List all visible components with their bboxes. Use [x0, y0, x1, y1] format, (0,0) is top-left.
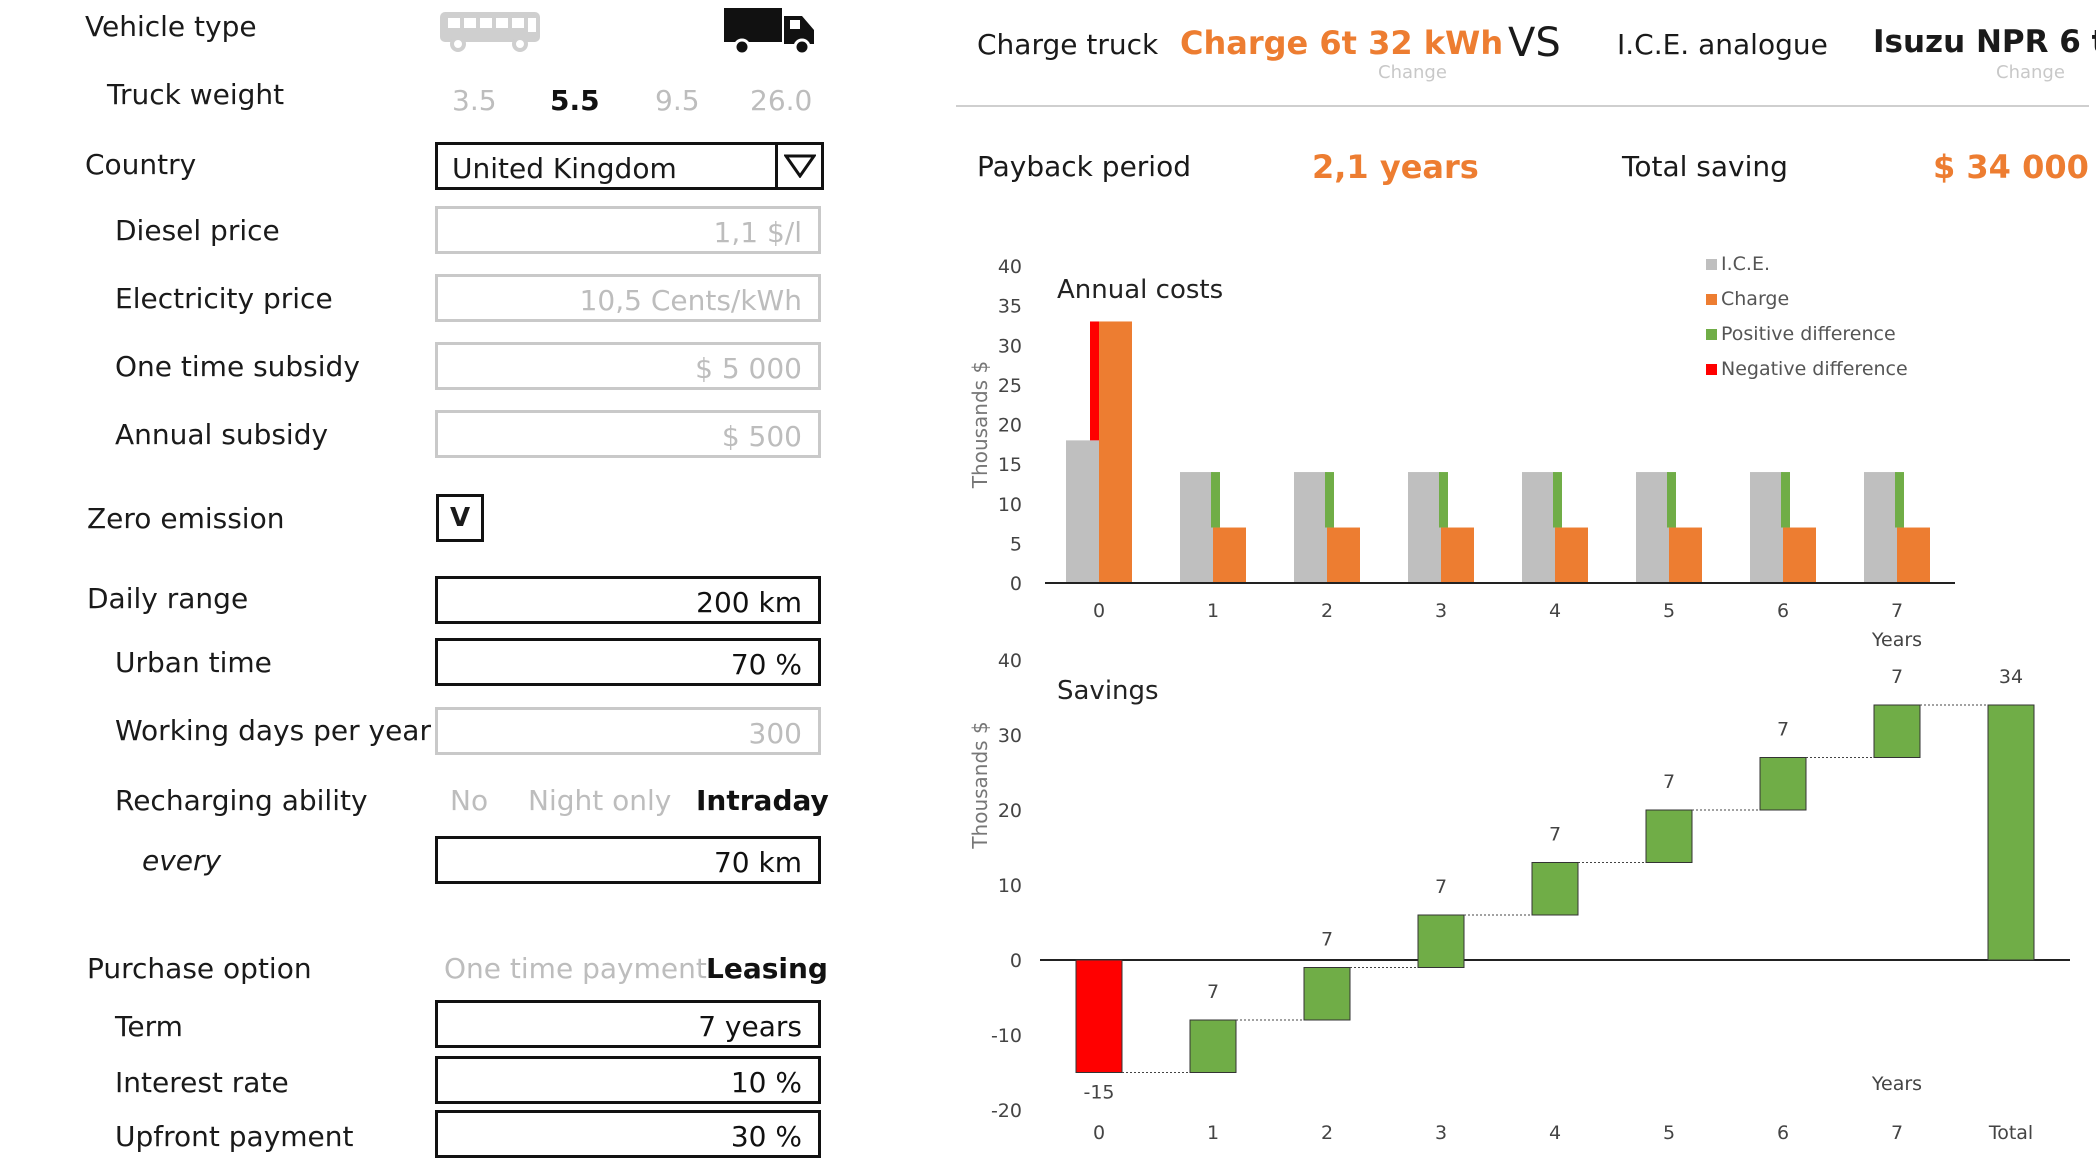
y-tick-label: -10	[991, 1025, 1022, 1047]
legend-label: Negative difference	[1721, 358, 1908, 380]
x-tick-label: 7	[1891, 1122, 1903, 1144]
x-tick-label: 3	[1435, 600, 1447, 622]
y-tick-label: 20	[998, 800, 1022, 822]
data-label: -15	[1083, 1082, 1114, 1104]
positive-savings-bar	[1759, 757, 1807, 811]
y-tick-label: 15	[998, 454, 1022, 476]
legend-swatch	[1706, 364, 1717, 375]
data-label: 7	[1777, 719, 1789, 741]
y-axis-title: Thousands $	[968, 361, 992, 489]
charge-bar	[1897, 527, 1930, 583]
positive-difference-bar	[1895, 472, 1904, 528]
charge-bar	[1669, 527, 1702, 583]
y-tick-label: 30	[998, 335, 1022, 357]
positive-difference-bar	[1781, 472, 1790, 528]
positive-savings-bar	[1987, 704, 2035, 961]
y-tick-label: 30	[998, 725, 1022, 747]
charge-bar	[1327, 527, 1360, 583]
positive-difference-bar	[1211, 472, 1220, 528]
x-tick-label: 2	[1321, 1122, 1333, 1144]
x-tick-label: 4	[1549, 600, 1561, 622]
positive-difference-bar	[1325, 472, 1334, 528]
x-tick-label: Total	[1988, 1122, 2033, 1144]
positive-difference-bar	[1553, 472, 1562, 528]
y-tick-label: 0	[1010, 950, 1022, 972]
legend-swatch	[1706, 259, 1717, 270]
x-tick-label: 5	[1663, 1122, 1675, 1144]
charge-bar	[1555, 527, 1588, 583]
ice-bar	[1408, 472, 1441, 583]
ice-bar	[1750, 472, 1783, 583]
negative-difference-bar	[1090, 321, 1099, 441]
charge-bar	[1099, 321, 1132, 583]
x-tick-label: 6	[1777, 600, 1789, 622]
chart-title: Savings	[1057, 676, 1159, 706]
positive-savings-bar	[1303, 967, 1351, 1021]
x-tick-label: 2	[1321, 600, 1333, 622]
y-tick-label: 10	[998, 494, 1022, 516]
data-label: 7	[1891, 666, 1903, 688]
legend-label: Charge	[1721, 288, 1789, 310]
y-tick-label: 10	[998, 875, 1022, 897]
y-tick-label: 20	[998, 415, 1022, 437]
x-axis-title: Years	[1871, 1073, 1922, 1095]
ice-bar	[1294, 472, 1327, 583]
chart-title: Annual costs	[1057, 275, 1223, 305]
x-tick-label: 3	[1435, 1122, 1447, 1144]
ice-bar	[1522, 472, 1555, 583]
data-label: 7	[1321, 929, 1333, 951]
x-tick-label: 0	[1093, 1122, 1105, 1144]
y-axis-title: Thousands $	[968, 721, 992, 849]
positive-savings-bar	[1531, 862, 1579, 916]
negative-savings-bar	[1075, 959, 1123, 1073]
data-label: 7	[1663, 771, 1675, 793]
positive-difference-bar	[1667, 472, 1676, 528]
positive-savings-bar	[1189, 1019, 1237, 1073]
charts-area: 0510152025303540Thousands $Annual costs0…	[968, 253, 2070, 1144]
ice-bar	[1180, 472, 1213, 583]
y-tick-label: 40	[998, 650, 1022, 672]
y-tick-label: 25	[998, 375, 1022, 397]
positive-savings-bar	[1645, 809, 1693, 863]
legend-label: Positive difference	[1721, 323, 1896, 345]
ice-bar	[1636, 472, 1669, 583]
data-label: 7	[1207, 981, 1219, 1003]
ice-bar	[1864, 472, 1897, 583]
legend-swatch	[1706, 329, 1717, 340]
y-tick-label: 40	[998, 256, 1022, 278]
data-label: 7	[1549, 824, 1561, 846]
legend-label: I.C.E.	[1721, 253, 1770, 275]
y-tick-label: 5	[1010, 533, 1022, 555]
positive-savings-bar	[1873, 704, 1921, 758]
x-tick-label: 6	[1777, 1122, 1789, 1144]
legend-swatch	[1706, 294, 1717, 305]
ice-bar	[1066, 440, 1099, 583]
x-tick-label: 5	[1663, 600, 1675, 622]
charge-bar	[1783, 527, 1816, 583]
x-tick-label: 7	[1891, 600, 1903, 622]
x-axis-title: Years	[1871, 629, 1922, 651]
positive-savings-bar	[1417, 914, 1465, 968]
charge-bar	[1213, 527, 1246, 583]
data-label: 34	[1999, 666, 2023, 688]
y-tick-label: 35	[998, 296, 1022, 318]
positive-difference-bar	[1439, 472, 1448, 528]
x-tick-label: 4	[1549, 1122, 1561, 1144]
x-tick-label: 1	[1207, 600, 1219, 622]
y-tick-label: -20	[991, 1100, 1022, 1122]
x-tick-label: 1	[1207, 1122, 1219, 1144]
x-tick-label: 0	[1093, 600, 1105, 622]
data-label: 7	[1435, 876, 1447, 898]
charge-bar	[1441, 527, 1474, 583]
y-tick-label: 0	[1010, 573, 1022, 595]
